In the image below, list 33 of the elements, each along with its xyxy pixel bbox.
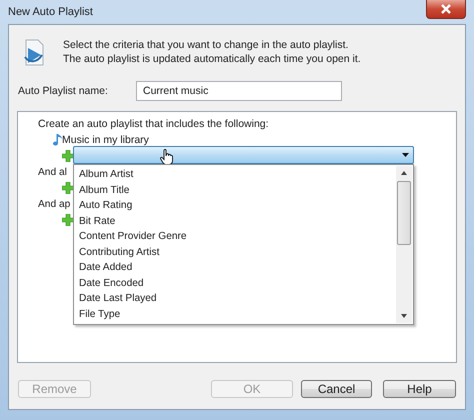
criteria-heading: Create an auto playlist that includes the following: [38, 118, 269, 130]
dropdown-option[interactable]: Bit Rate [77, 216, 118, 226]
playlist-icon [23, 39, 45, 67]
dropdown-option[interactable]: Auto Rating [77, 200, 134, 211]
source-label: Music in my library [62, 134, 149, 146]
plus-icon[interactable] [62, 150, 74, 162]
dialog-button[interactable]: Help [383, 380, 456, 398]
dialog-button[interactable]: Cancel [301, 380, 372, 398]
scroll-up-icon[interactable] [401, 171, 407, 175]
music-note-icon [53, 134, 62, 146]
dropdown-option[interactable]: File Type [77, 308, 122, 320]
instruction-text: Select the criteria that you want to change in the auto playlist. [63, 39, 350, 51]
dropdown-option[interactable]: Content Provider Genre [77, 231, 189, 242]
window-title: New Auto Playlist [8, 6, 93, 18]
plus-icon[interactable] [62, 214, 74, 226]
close-icon [440, 4, 452, 14]
close-button[interactable] [426, 0, 466, 19]
plus-icon[interactable] [62, 182, 74, 194]
scrollbar[interactable] [396, 166, 412, 323]
field-dropdown[interactable] [73, 146, 414, 164]
dropdown-option[interactable]: Contributing Artist [77, 246, 162, 258]
dropdown-option[interactable]: Album Title [77, 184, 132, 196]
dropdown-option[interactable]: Album Artist [77, 169, 136, 180]
name-field[interactable]: Current music [136, 81, 342, 101]
condition-label: And ap [38, 198, 70, 210]
caret-icon [402, 153, 409, 157]
dropdown-option[interactable]: Date Last Played [77, 293, 159, 304]
field-label: Auto Playlist name: [18, 85, 109, 97]
condition-label: And al [38, 166, 67, 178]
instruction-text: The auto playlist is updated automatically each time you open it. [63, 53, 361, 65]
dropdown-option[interactable]: Date Encoded [77, 278, 146, 288]
scroll-down-icon[interactable] [401, 314, 407, 318]
dropdown-option[interactable]: Date Added [77, 262, 134, 273]
